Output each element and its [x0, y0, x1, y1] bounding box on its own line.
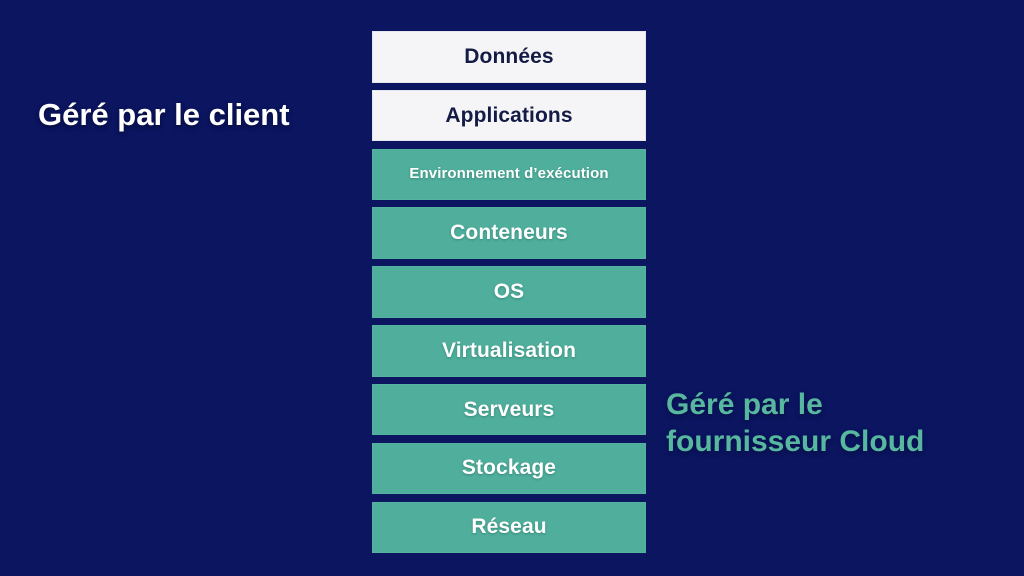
- stack-layer-label: Conteneurs: [450, 221, 568, 245]
- stack-layer-donnees[interactable]: Données: [372, 31, 646, 83]
- stack-layer-environnement-execution[interactable]: Environnement d’exécution: [372, 148, 646, 201]
- responsibility-stack: Données Applications Environnement d’exé…: [372, 31, 646, 554]
- customer-managed-label: Géré par le client: [38, 97, 290, 132]
- slide-canvas: Géré par le client Données Applications …: [0, 0, 1024, 576]
- stack-layer-label: Virtualisation: [441, 338, 577, 362]
- stack-layer-os[interactable]: OS: [372, 266, 646, 318]
- stack-layer-label: Environnement d’exécution: [409, 165, 609, 183]
- stack-layer-label: Applications: [445, 103, 573, 127]
- stack-layer-conteneurs[interactable]: Conteneurs: [372, 207, 646, 259]
- provider-managed-label: Géré par le fournisseur Cloud: [666, 388, 925, 458]
- stack-layer-reseau[interactable]: Réseau: [372, 501, 646, 554]
- stack-layer-label: Données: [464, 44, 554, 68]
- stack-layer-virtualisation[interactable]: Virtualisation: [372, 325, 646, 377]
- stack-layer-label: Serveurs: [463, 397, 555, 421]
- stack-layer-stockage[interactable]: Stockage: [372, 442, 646, 495]
- stack-layer-applications[interactable]: Applications: [372, 89, 646, 142]
- stack-layer-label: OS: [493, 279, 525, 303]
- stack-layer-serveurs[interactable]: Serveurs: [372, 383, 646, 436]
- stack-layer-label: Réseau: [471, 515, 547, 539]
- stack-layer-label: Stockage: [461, 456, 557, 480]
